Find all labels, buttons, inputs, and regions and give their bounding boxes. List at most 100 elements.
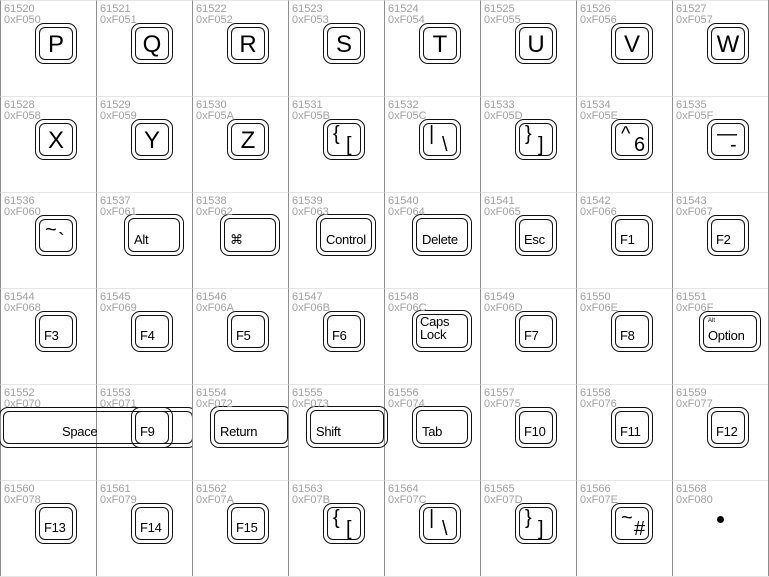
key-upper-symbol: ~ <box>621 507 633 529</box>
glyph-cell[interactable]: 61560 0xF078 F13 <box>0 480 96 576</box>
glyph-cell[interactable]: 61540 0xF064 Delete <box>384 192 480 288</box>
key-q-icon: Q <box>131 23 173 64</box>
glyph-cell[interactable]: 61562 0xF07A F15 <box>192 480 288 576</box>
glyph-code-label: 61524 0xF054 <box>388 4 425 26</box>
key-6-icon: ^ 6 <box>611 119 653 160</box>
key-hash-icon: ~ # <box>611 503 653 544</box>
glyph-code-label: 61538 0xF062 <box>196 196 233 218</box>
glyph-cell[interactable]: 61550 0xF06E F8 <box>576 288 672 384</box>
glyph-code-label: 61563 0xF07B <box>292 484 330 506</box>
key-f7-icon: F7 <box>515 311 557 352</box>
glyph-cell[interactable]: 61546 0xF06A F5 <box>192 288 288 384</box>
glyph-cell[interactable]: 61531 0xF05B{[ <box>288 96 384 192</box>
glyph-code-label: 61542 0xF066 <box>580 196 617 218</box>
key-letter: Z <box>240 127 256 154</box>
key-w-icon: W <box>707 23 749 64</box>
glyph-cell[interactable]: 61555 0xF073 Shift <box>288 384 388 480</box>
key-label: Shift <box>316 424 341 439</box>
glyph-cell[interactable]: 61522 0xF052 R <box>192 0 288 96</box>
glyph-cell[interactable]: 61557 0xF075 F10 <box>480 384 576 480</box>
glyph-cell[interactable]: 61554 0xF072 Return <box>192 384 292 480</box>
glyph-cell[interactable]: 61564 0xF07C | \ <box>384 480 480 576</box>
glyph-cell[interactable]: 61565 0xF07D}] <box>480 480 576 576</box>
key-label: F13 <box>44 520 66 535</box>
key-letter: Q <box>142 31 162 58</box>
hex-code: 0xF058 <box>4 110 41 122</box>
glyph-code-label: 61565 0xF07D <box>484 484 523 506</box>
key-f15-icon: F15 <box>227 503 269 544</box>
key-y-icon: Y <box>131 119 173 160</box>
glyph-code-label: 61564 0xF07C <box>388 484 427 506</box>
key-label: Control <box>326 232 366 247</box>
glyph-cell[interactable]: 61538 0xF062 ⌘ <box>192 192 288 288</box>
glyph-cell[interactable]: 61543 0xF067 F2 <box>672 192 768 288</box>
glyph-cell[interactable]: 61549 0xF06D F7 <box>480 288 576 384</box>
hex-code: 0xF080 <box>676 494 713 506</box>
glyph-cell[interactable]: 61544 0xF068 F3 <box>0 288 96 384</box>
glyph-cell[interactable]: 61535 0xF05F — - <box>672 96 768 192</box>
key-u-icon: U <box>515 23 557 64</box>
key-bracket-left-icon: {[ <box>323 503 365 544</box>
glyph-cell[interactable]: 61545 0xF069 F4 <box>96 288 192 384</box>
key-upper-symbol: { <box>333 507 340 529</box>
glyph-code-label: 61560 0xF078 <box>4 484 41 506</box>
glyph-cell[interactable]: 61536 0xF060 ~ ` <box>0 192 96 288</box>
glyph-cell[interactable]: 61558 0xF076 F11 <box>576 384 672 480</box>
glyph-cell[interactable]: 61561 0xF079 F14 <box>96 480 192 576</box>
hex-code: 0xF077 <box>676 398 713 410</box>
glyph-code-label: 61552 0xF070 <box>4 388 41 410</box>
glyph-cell[interactable]: 61532 0xF05C | \ <box>384 96 480 192</box>
glyph-cell[interactable]: 61551 0xF06F Alt Option <box>672 288 768 384</box>
glyph-cell[interactable]: 61552 0xF070 Space <box>0 384 197 480</box>
glyph-code-label: 61548 0xF06C <box>388 292 427 314</box>
glyph-cell[interactable]: 61566 0xF07E ~ # <box>576 480 672 576</box>
glyph-cell[interactable]: 61530 0xF05A Z <box>192 96 288 192</box>
glyph-cell[interactable]: 61527 0xF057 W <box>672 0 768 96</box>
glyph-code-label: 61540 0xF064 <box>388 196 425 218</box>
glyph-code-label: 61549 0xF06D <box>484 292 523 314</box>
glyph-cell[interactable]: 61539 0xF063 Control <box>288 192 384 288</box>
key-lower-symbol: ` <box>58 230 65 252</box>
key-f1-icon: F1 <box>611 215 653 256</box>
glyph-cell[interactable]: 61542 0xF066 F1 <box>576 192 672 288</box>
key-label: F8 <box>620 328 635 343</box>
glyph-cell[interactable]: 61534 0xF05E ^ 6 <box>576 96 672 192</box>
key-label: Esc <box>524 232 545 247</box>
glyph-cell[interactable]: 61528 0xF058 X <box>0 96 96 192</box>
key-letter: S <box>335 31 352 58</box>
glyph-cell[interactable]: 61548 0xF06C Caps Lock <box>384 288 480 384</box>
hex-code: 0xF054 <box>388 14 425 26</box>
hex-code: 0xF05C <box>388 110 427 122</box>
glyph-cell[interactable]: 61568 0xF080 <box>672 480 768 576</box>
hex-code: 0xF07E <box>580 494 618 506</box>
glyph-cell[interactable]: 61556 0xF074 Tab <box>384 384 480 480</box>
key-f8-icon: F8 <box>611 311 653 352</box>
glyph-cell[interactable]: 61537 0xF061 Alt <box>96 192 192 288</box>
key-label: F11 <box>620 424 641 439</box>
glyph-code-label: 61561 0xF079 <box>100 484 137 506</box>
glyph-cell[interactable]: 61521 0xF051 Q <box>96 0 192 96</box>
hex-code: 0xF063 <box>292 206 329 218</box>
glyph-code-label: 61554 0xF072 <box>196 388 233 410</box>
glyph-cell[interactable]: 61524 0xF054 T <box>384 0 480 96</box>
glyph-cell[interactable]: 61525 0xF055 U <box>480 0 576 96</box>
key-label: Return <box>220 424 258 439</box>
glyph-cell[interactable]: 61520 0xF050 P <box>0 0 96 96</box>
glyph-cell[interactable]: 61526 0xF056 V <box>576 0 672 96</box>
glyph-cell[interactable]: 61559 0xF077 F12 <box>672 384 768 480</box>
key-delete-icon: Delete <box>412 214 472 256</box>
glyph-cell[interactable]: 61533 0xF05D}] <box>480 96 576 192</box>
glyph-code-label: 61566 0xF07E <box>580 484 618 506</box>
glyph-cell[interactable]: 61523 0xF053 S <box>288 0 384 96</box>
glyph-cell[interactable]: 61529 0xF059 Y <box>96 96 192 192</box>
key-f13-icon: F13 <box>35 503 77 544</box>
key-letter: W <box>716 31 740 58</box>
hex-code: 0xF065 <box>484 206 521 218</box>
glyph-code-label: 61526 0xF056 <box>580 4 617 26</box>
glyph-cell[interactable]: 61563 0xF07B{[ <box>288 480 384 576</box>
hex-code: 0xF06F <box>676 302 714 314</box>
glyph-cell[interactable]: 61541 0xF065 Esc <box>480 192 576 288</box>
key-label-line2: Lock <box>420 327 447 342</box>
glyph-cell[interactable]: 61547 0xF06B F6 <box>288 288 384 384</box>
hex-code: 0xF059 <box>100 110 137 122</box>
